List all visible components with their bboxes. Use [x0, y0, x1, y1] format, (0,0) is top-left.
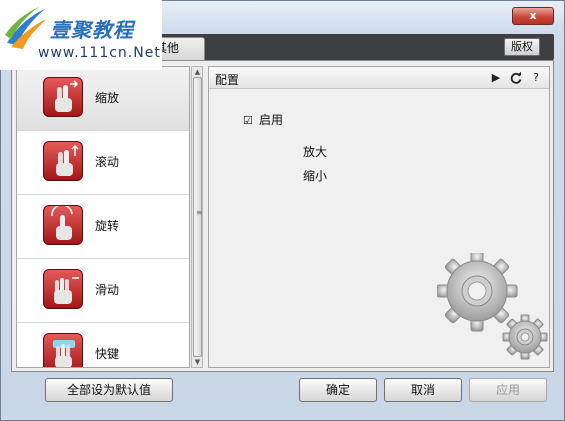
enable-checkbox-row[interactable]: ☑ 启用: [243, 111, 283, 128]
swipe-gesture-icon: [43, 269, 83, 309]
gesture-item-label: 滚动: [95, 155, 120, 169]
cancel-button[interactable]: 取消: [384, 378, 462, 402]
ok-button[interactable]: 确定: [299, 378, 377, 402]
gesture-list-scrollbar[interactable]: ▲ ≡ ▼: [191, 66, 203, 368]
watermark-url: www.111cn.Net: [38, 45, 161, 61]
refresh-icon[interactable]: [509, 71, 523, 85]
close-button[interactable]: x: [512, 7, 554, 25]
apply-button[interactable]: 应用: [469, 378, 547, 402]
config-panel: 配置 ▶ ? ☑ 启用 放大 缩小: [208, 66, 550, 368]
grip-icon: ≡: [196, 208, 203, 217]
enable-label: 启用: [259, 113, 284, 127]
watermark-title: 壹聚教程: [50, 18, 134, 42]
gesture-list: 缩放 滚动 旋转 滑动 快键: [16, 66, 190, 368]
shortcut-gesture-icon: [43, 333, 83, 367]
rotate-gesture-icon: [43, 205, 83, 245]
gesture-item-label: 缩放: [95, 91, 120, 105]
gesture-item-swipe[interactable]: 滑动: [17, 259, 189, 323]
gesture-item-label: 旋转: [95, 219, 120, 233]
scroll-up-arrow-icon[interactable]: ▲: [193, 67, 202, 77]
zoom-in-option[interactable]: 放大: [303, 143, 327, 160]
config-panel-header: 配置 ▶ ?: [209, 67, 549, 89]
gesture-item-rotate[interactable]: 旋转: [17, 195, 189, 259]
play-icon[interactable]: ▶: [489, 71, 503, 85]
scroll-gesture-icon: [43, 141, 83, 181]
enable-checkbox[interactable]: ☑: [243, 114, 253, 127]
gesture-item-scroll[interactable]: 滚动: [17, 131, 189, 195]
copyright-button[interactable]: 版权: [504, 38, 540, 56]
gesture-item-label: 滑动: [95, 283, 120, 297]
config-panel-title: 配置: [215, 73, 240, 87]
restore-defaults-button[interactable]: 全部设为默认值: [45, 378, 173, 402]
gesture-item-zoom[interactable]: 缩放: [17, 67, 189, 131]
scroll-down-arrow-icon[interactable]: ▼: [193, 357, 202, 367]
gesture-item-label: 快键: [95, 347, 120, 361]
zoom-out-option[interactable]: 缩小: [303, 167, 327, 184]
scroll-thumb[interactable]: ≡: [193, 77, 203, 357]
watermark-logo: 壹聚教程 www.111cn.Net: [0, 0, 162, 70]
zoom-gesture-icon: [43, 77, 83, 117]
gesture-item-shortcut[interactable]: 快键: [17, 323, 189, 367]
gears-icon: [437, 253, 548, 360]
help-button[interactable]: ?: [529, 71, 543, 85]
settings-content: 缩放 滚动 旋转 滑动 快键 ▲ ≡ ▼ 配置 ▶ ? ☑ 启用 放大 缩小: [11, 60, 554, 372]
